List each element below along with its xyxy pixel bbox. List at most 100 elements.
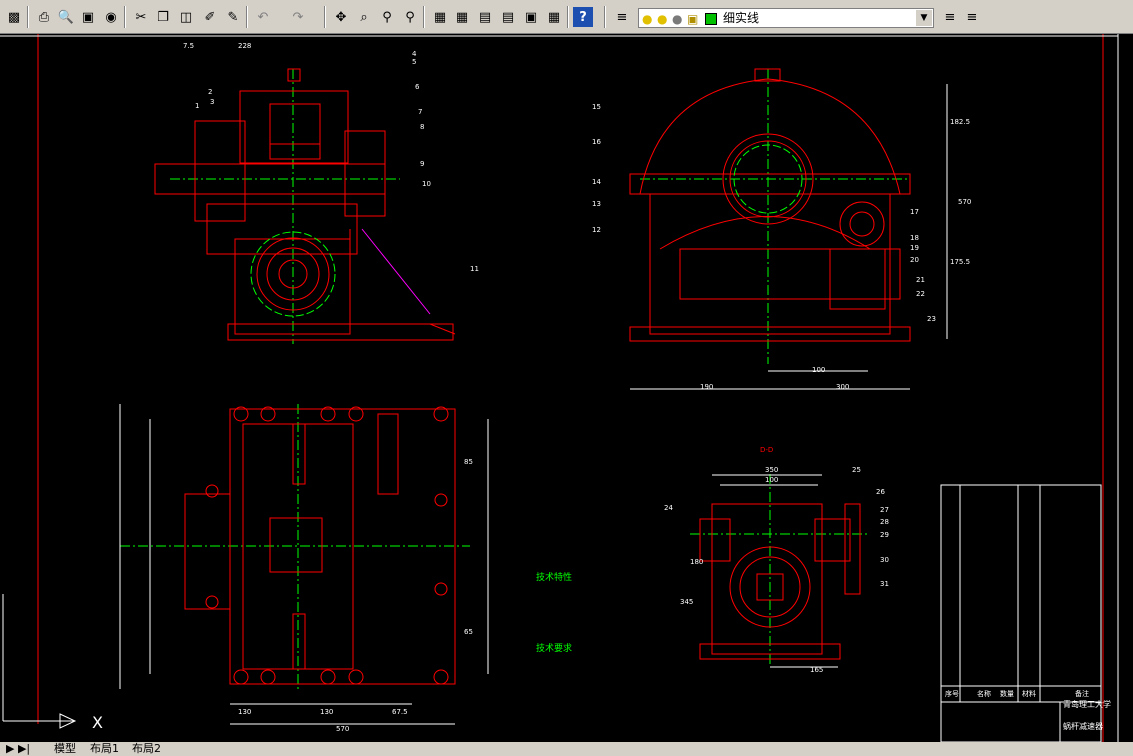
section_labels-3: 27	[880, 506, 889, 514]
side_view_labels-2: 3	[210, 98, 214, 106]
globe-icon[interactable]: ◉	[101, 7, 121, 27]
layer-name: 细实线	[723, 11, 760, 25]
front_view_dims-4: 190	[700, 383, 713, 391]
properties-icon[interactable]: ▦	[430, 7, 450, 27]
chevron-down-icon[interactable]: ▼	[916, 10, 932, 26]
side_view_dims-0: 7.5	[183, 42, 194, 50]
pan-icon[interactable]: ✥	[331, 7, 351, 27]
front_view_labels-6: 18	[910, 234, 919, 242]
section-title: D-D	[760, 446, 773, 454]
front_view_dims-3: 100	[812, 366, 825, 374]
front_view_dims-1: 570	[958, 198, 971, 206]
make-current-icon[interactable]: ≡	[940, 7, 960, 27]
top_view_dims-1: 130	[238, 708, 251, 716]
drawing-labels: 12345678910117.5 228151614131217181920212…	[183, 42, 1089, 733]
side_view_labels-1: 2	[208, 88, 212, 96]
university-name: 青岛理工大学	[1063, 699, 1111, 709]
section_dims-4: 345	[680, 598, 693, 606]
section_labels-5: 29	[880, 531, 889, 539]
layer-manager-icon[interactable]: ≡	[612, 7, 632, 27]
tech-req-title: 技术要求	[536, 642, 572, 654]
table_headers-0: 序号	[945, 689, 959, 698]
top_view_dims-3: 67.5	[392, 708, 408, 716]
zoom-previous-icon[interactable]: ⚲	[400, 7, 420, 27]
tech-specs-title: 技术特性	[536, 571, 572, 583]
freeze-icon[interactable]: ●	[672, 10, 682, 28]
front_view_labels-11: 23	[927, 315, 936, 323]
section_labels-6: 30	[880, 556, 889, 564]
zoom-realtime-icon[interactable]: ⌕	[354, 7, 374, 27]
preview-icon[interactable]: 🔍	[56, 7, 76, 27]
section_labels-2: 26	[876, 488, 885, 496]
front_view_labels-0: 15	[592, 103, 601, 111]
front_view_dims-2: 175.5	[950, 258, 970, 266]
undo-icon[interactable]: ↶	[253, 7, 273, 27]
redo-icon[interactable]: ↷	[288, 7, 308, 27]
front_view_dims-5: 300	[836, 383, 849, 391]
print-icon[interactable]: ⎙	[34, 7, 54, 27]
design-center-icon[interactable]: ▦	[452, 7, 472, 27]
side_view_labels-10: 11	[470, 265, 479, 273]
tab-nav-arrows[interactable]: ▶ ▶|	[6, 742, 30, 756]
layer-previous-icon[interactable]: ≡	[962, 7, 982, 27]
copy-icon[interactable]: ❐	[153, 7, 173, 27]
section_labels-1: 25	[852, 466, 861, 474]
side_view_labels-0: 1	[195, 102, 199, 110]
front_view_labels-8: 20	[910, 256, 919, 264]
top_view_dims-4: 85	[464, 458, 473, 466]
help-icon[interactable]: ?	[573, 7, 593, 27]
cut-icon[interactable]: ✂	[131, 7, 151, 27]
zoom-window-icon[interactable]: ⚲	[377, 7, 397, 27]
section_labels-4: 28	[880, 518, 889, 526]
section_dims-2: 165	[810, 666, 823, 674]
front_view_labels-7: 19	[910, 244, 919, 252]
side_view_labels-3: 4	[412, 50, 417, 58]
drawing-canvas[interactable]: X 12345678910117.5 2281516141312171819202…	[0, 34, 1133, 742]
top_view_dims-2: 130	[320, 708, 333, 716]
side-view	[154, 68, 456, 344]
front-view	[629, 68, 948, 390]
sun-icon[interactable]: ●	[657, 10, 667, 28]
color-swatch-icon	[705, 13, 717, 25]
lock-icon[interactable]: ▣	[687, 10, 698, 28]
side_view_labels-6: 7	[418, 108, 422, 116]
table_headers-1: 名称	[977, 689, 991, 698]
markup-icon[interactable]: ▣	[521, 7, 541, 27]
section_dims-1: 100	[765, 476, 778, 484]
match-properties-icon[interactable]: ✎	[223, 7, 243, 27]
sheetset-icon[interactable]: ▤	[498, 7, 518, 27]
table_headers-4: 备注	[1075, 689, 1089, 698]
tab-layout2[interactable]: 布局2	[132, 742, 161, 756]
brush-icon[interactable]: ✐	[200, 7, 220, 27]
side_view_labels-9: 10	[422, 180, 431, 188]
lightbulb-icon[interactable]: ●	[642, 10, 652, 28]
layout-tabs-bar: ▶ ▶| 模型 布局1 布局2	[0, 742, 1133, 756]
front_view_labels-2: 14	[592, 178, 601, 186]
tool-palettes-icon[interactable]: ▤	[475, 7, 495, 27]
layer-dropdown[interactable]: ● ● ● ▣ 细实线 ▼	[638, 8, 934, 28]
top_view_dims-5: 65	[464, 628, 473, 636]
front_view_labels-3: 13	[592, 200, 601, 208]
paste-icon[interactable]: ◫	[176, 7, 196, 27]
calculator-icon[interactable]: ▦	[544, 7, 564, 27]
tab-layout1[interactable]: 布局1	[90, 742, 119, 756]
x-axis-label: X	[92, 713, 103, 732]
section_labels-7: 31	[880, 580, 889, 588]
publish-icon[interactable]: ▣	[78, 7, 98, 27]
side_view_labels-7: 8	[420, 123, 424, 131]
front_view_labels-10: 22	[916, 290, 925, 298]
side_view_labels-5: 6	[415, 83, 420, 91]
front_view_dims-0: 182.5	[950, 118, 970, 126]
front_view_labels-9: 21	[916, 276, 925, 284]
side_view_labels-4: 5	[412, 58, 416, 66]
side_view_dims-1: 228	[238, 42, 251, 50]
top-view	[119, 404, 489, 725]
table_headers-3: 材料	[1022, 689, 1036, 698]
ucs-icon	[2, 594, 77, 729]
section_dims-0: 350	[765, 466, 778, 474]
front_view_labels-4: 12	[592, 226, 601, 234]
section_labels-0: 24	[664, 504, 673, 512]
save-icon[interactable]: ▩	[4, 7, 24, 27]
front_view_labels-1: 16	[592, 138, 601, 146]
tab-model[interactable]: 模型	[54, 742, 76, 756]
